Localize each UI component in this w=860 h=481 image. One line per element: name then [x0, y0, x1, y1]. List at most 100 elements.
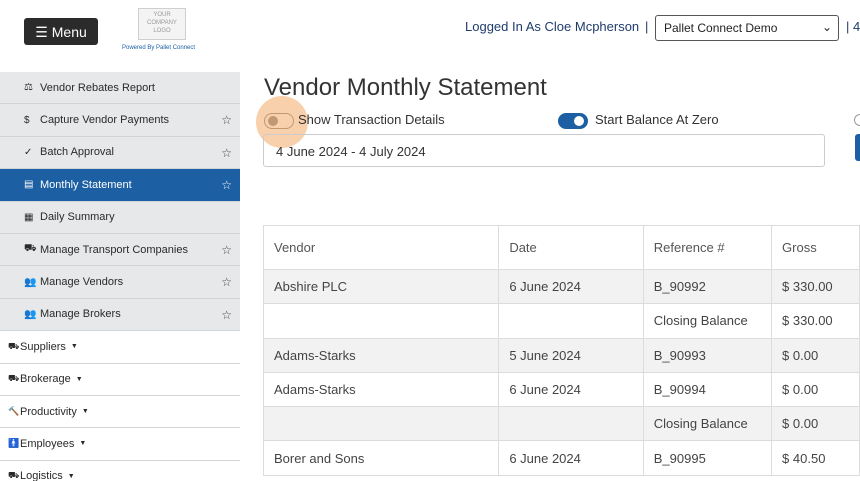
- toggle-knob: [574, 116, 584, 126]
- sidebar-group-label: Employees: [20, 437, 75, 450]
- caret-down-icon: ▼: [67, 472, 75, 480]
- star-icon[interactable]: ☆: [221, 275, 232, 289]
- sidebar-group[interactable]: ⛟ Logistics ▼: [0, 460, 240, 481]
- sidebar-group[interactable]: 🚹 Employees ▼: [0, 428, 240, 461]
- table-cell: $ 0.00: [771, 337, 860, 373]
- sidebar-group[interactable]: 🔨 Productivity ▼: [0, 395, 240, 429]
- sidebar-item-label: Daily Summary: [40, 211, 115, 224]
- sidebar-item-label: Capture Vendor Payments: [40, 114, 170, 127]
- sidebar-group-label: Productivity: [20, 405, 77, 418]
- table-row[interactable]: Adams-Starks 6 June 2024 B_90994 $ 0.00: [262, 371, 860, 408]
- table-cell: [262, 406, 500, 442]
- submit-button[interactable]: [855, 134, 860, 161]
- table-cell: [498, 303, 644, 339]
- start-zero-toggle[interactable]: [558, 113, 588, 129]
- table-header-row: Vendor Date Reference # Gross: [262, 225, 860, 270]
- sidebar-group[interactable]: ⛟ Brokerage ▼: [0, 363, 240, 396]
- column-header[interactable]: Date: [498, 225, 644, 270]
- sidebar-item[interactable]: 👥 Manage Brokers ☆: [0, 298, 240, 332]
- table-row[interactable]: Abshire PLC 6 June 2024 B_90992 $ 330.00: [262, 268, 860, 305]
- group-icon: 🚹: [8, 438, 20, 449]
- sidebar-item-label: Vendor Rebates Report: [40, 81, 155, 94]
- table-cell: 6 June 2024: [498, 440, 644, 476]
- menu-item-icon: ▤: [24, 179, 34, 191]
- sidebar-item[interactable]: $ Capture Vendor Payments ☆: [0, 104, 240, 137]
- menu-item-icon: 👥: [24, 308, 37, 320]
- logo-line: COMPANY: [147, 20, 177, 26]
- sidebar-item-label: Manage Transport Companies: [40, 243, 188, 256]
- table-cell: Closing Balance: [642, 406, 773, 442]
- sidebar-item-label: Batch Approval: [40, 146, 114, 159]
- table-cell: 6 June 2024: [498, 371, 644, 408]
- header-trailing: | 4: [846, 19, 860, 34]
- table-row[interactable]: Closing Balance $ 0.00: [262, 406, 860, 442]
- table-row[interactable]: Adams-Starks 5 June 2024 B_90993 $ 0.00: [262, 337, 860, 373]
- caret-down-icon: ▼: [79, 440, 87, 448]
- caret-down-icon: ▼: [75, 375, 83, 383]
- caret-down-icon: ▼: [70, 343, 78, 351]
- table-cell: $ 40.50: [771, 440, 860, 476]
- star-icon[interactable]: ☆: [221, 113, 232, 127]
- table-cell: Adams-Starks: [262, 371, 500, 408]
- table-cell: B_90994: [642, 371, 773, 408]
- menu-item-icon: 👥: [24, 276, 37, 288]
- table-cell: Closing Balance: [642, 303, 773, 339]
- sidebar-item-label: Monthly Statement: [40, 178, 132, 191]
- caret-down-icon: ▼: [81, 408, 89, 416]
- statement-table: Vendor Date Reference # Gross Abshire PL…: [262, 225, 860, 476]
- group-icon: ⛟: [8, 373, 20, 384]
- sidebar-item-label: Manage Brokers: [40, 308, 121, 321]
- company-logo[interactable]: YOUR COMPANY LOGO: [138, 8, 186, 40]
- logged-in-user: Logged In As Cloe Mcpherson: [465, 19, 640, 34]
- table-cell: $ 0.00: [771, 371, 860, 408]
- date-range-input[interactable]: 4 June 2024 - 4 July 2024: [263, 134, 825, 167]
- menu-item-icon: ⚖: [24, 82, 33, 94]
- menu-item-icon: ⛟: [24, 243, 37, 255]
- menu-label: Menu: [51, 23, 87, 40]
- sidebar-item[interactable]: ⛟ Manage Transport Companies ☆: [0, 233, 240, 267]
- column-header[interactable]: Reference #: [642, 225, 773, 270]
- header-separator: |: [645, 19, 649, 34]
- powered-by-text: Powered By Pallet Connect: [122, 45, 196, 51]
- table-cell: [262, 303, 500, 339]
- top-header: ☰ Menu YOUR COMPANY LOGO Powered By Pall…: [0, 0, 860, 72]
- menu-button[interactable]: ☰ Menu: [24, 18, 98, 45]
- table-cell: B_90992: [642, 268, 773, 305]
- show-details-label: Show Transaction Details: [298, 112, 445, 127]
- radio-option[interactable]: [854, 114, 860, 126]
- table-cell: 5 June 2024: [498, 337, 644, 373]
- column-header[interactable]: Gross: [771, 225, 860, 270]
- star-icon[interactable]: ☆: [221, 308, 232, 322]
- group-icon: ⛟: [8, 470, 20, 481]
- company-select-value: Pallet Connect Demo: [664, 21, 778, 35]
- menu-item-icon: $: [24, 114, 30, 126]
- column-header[interactable]: Vendor: [262, 225, 500, 270]
- group-icon: ⛟: [8, 340, 20, 351]
- logo-line: LOGO: [153, 28, 171, 34]
- sidebar-item[interactable]: ✓ Batch Approval ☆: [0, 136, 240, 170]
- group-icon: 🔨: [8, 406, 20, 417]
- table-cell: $ 330.00: [771, 268, 860, 305]
- menu-item-icon: ✓: [24, 146, 33, 158]
- table-row[interactable]: Closing Balance $ 330.00: [262, 303, 860, 339]
- sidebar-group-label: Logistics: [20, 470, 63, 481]
- star-icon[interactable]: ☆: [221, 146, 232, 160]
- sidebar-item[interactable]: ⚖ Vendor Rebates Report: [0, 72, 240, 105]
- table-cell: Abshire PLC: [262, 268, 500, 305]
- table-cell: B_90995: [642, 440, 773, 476]
- start-zero-label: Start Balance At Zero: [595, 112, 719, 127]
- page-title: Vendor Monthly Statement: [264, 74, 547, 101]
- table-cell: 6 June 2024: [498, 268, 644, 305]
- company-select[interactable]: Pallet Connect Demo ⌄: [655, 15, 839, 41]
- sidebar-group[interactable]: ⛟ Suppliers ▼: [0, 331, 240, 364]
- table-cell: B_90993: [642, 337, 773, 373]
- sidebar-item[interactable]: ▦ Daily Summary: [0, 201, 240, 234]
- sidebar-group-label: Brokerage: [20, 373, 71, 386]
- table-cell: Borer and Sons: [262, 440, 500, 476]
- star-icon[interactable]: ☆: [221, 178, 232, 192]
- table-row[interactable]: Borer and Sons 6 June 2024 B_90995 $ 40.50: [262, 440, 860, 476]
- sidebar-item[interactable]: ▤ Monthly Statement ☆: [0, 169, 240, 202]
- star-icon[interactable]: ☆: [221, 243, 232, 257]
- sidebar-group-label: Suppliers: [20, 340, 66, 353]
- sidebar-item[interactable]: 👥 Manage Vendors ☆: [0, 266, 240, 299]
